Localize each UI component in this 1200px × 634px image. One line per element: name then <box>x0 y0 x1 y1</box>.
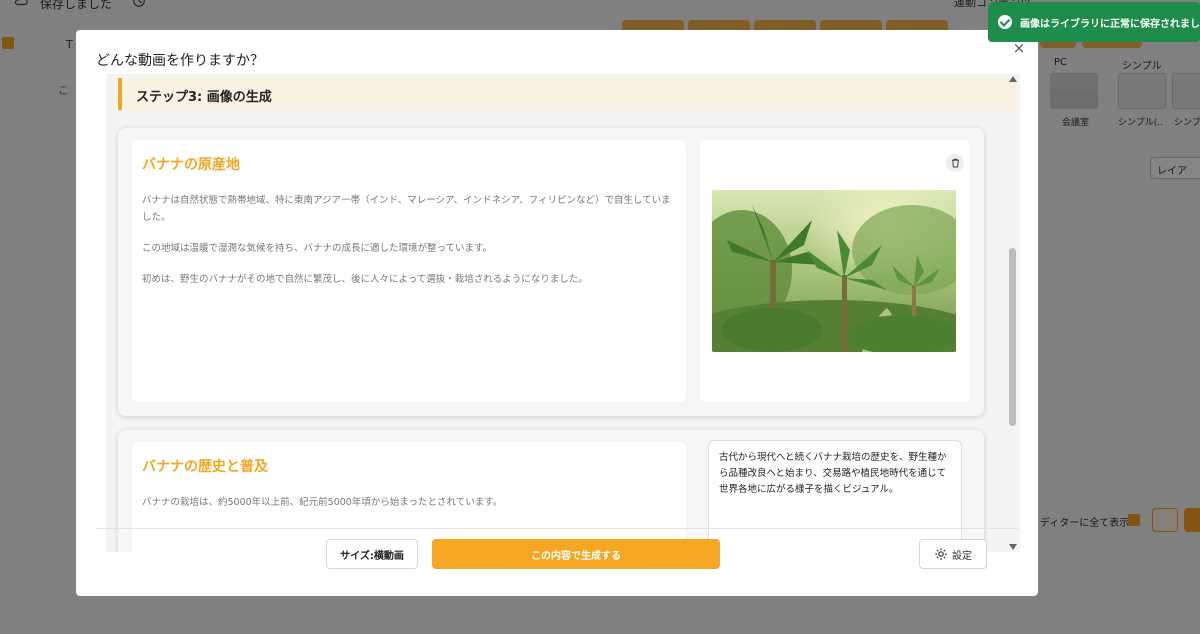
steps-scroll-area[interactable]: ステップ3: 画像の生成 バナナの原産地 バナナは自然状態で熱帯地域、特に東南ア… <box>106 74 1020 552</box>
section-paragraph: バナナの栽培は、約5000年以上前、紀元前5000年頃から始まったとされています… <box>142 497 503 508</box>
section-text-panel[interactable]: バナナの原産地 バナナは自然状態で熱帯地域、特に東南アジア一帯（インド、マレーシ… <box>132 140 686 402</box>
check-circle-icon <box>998 15 1012 29</box>
section-text-panel[interactable]: バナナの歴史と普及 バナナの栽培は、約5000年以上前、紀元前5000年頃から始… <box>132 442 686 552</box>
section-title: バナナの歴史と普及 <box>142 459 268 475</box>
banana-jungle-image[interactable] <box>712 190 956 352</box>
toast-message: 画像はライブラリに正常に保存されました。 <box>1020 18 1200 30</box>
scroll-up-arrow-icon[interactable] <box>1009 76 1017 82</box>
section-image-panel <box>700 140 970 402</box>
step-header: ステップ3: 画像の生成 <box>118 78 1016 110</box>
settings-button[interactable]: 設定 <box>919 539 987 569</box>
close-icon[interactable]: × <box>1011 40 1027 56</box>
modal-title: どんな動画を作りますか？ <box>96 53 264 69</box>
delete-image-button[interactable] <box>946 154 964 172</box>
trash-icon <box>951 158 959 168</box>
footer-divider <box>96 528 1018 529</box>
section-card: バナナの歴史と普及 バナナの栽培は、約5000年以上前、紀元前5000年頃から始… <box>118 430 984 552</box>
settings-label: 設定 <box>952 550 972 562</box>
section-paragraph: 初めは、野生のバナナがその地で自然に繁茂し、後に人々によって選抜・栽培されるよう… <box>142 274 588 285</box>
scroll-down-arrow-icon[interactable] <box>1009 544 1017 550</box>
create-video-modal: どんな動画を作りますか？ × ステップ3: 画像の生成 バナナの原産地 バナナは… <box>76 30 1038 596</box>
generate-button[interactable]: この内容で生成する <box>432 539 720 569</box>
gear-icon <box>935 548 947 560</box>
section-title: バナナの原産地 <box>142 157 240 173</box>
size-button[interactable]: サイズ:横動画 <box>326 539 418 569</box>
scrollbar[interactable] <box>1006 76 1020 552</box>
success-toast: 画像はライブラリに正常に保存されました。 <box>988 2 1200 42</box>
scroll-thumb[interactable] <box>1009 248 1016 426</box>
section-paragraph: バナナは自然状態で熱帯地域、特に東南アジア一帯（インド、マレーシア、インドネシア… <box>142 195 671 223</box>
section-card: バナナの原産地 バナナは自然状態で熱帯地域、特に東南アジア一帯（インド、マレーシ… <box>118 128 984 416</box>
section-paragraph: この地域は温暖で湿潤な気候を持ち、バナナの成長に適した環境が整っています。 <box>142 243 493 254</box>
image-prompt-textarea[interactable]: 古代から現代へと続くバナナ栽培の歴史を、野生種から品種改良へと始まり、交易路や植… <box>708 440 962 552</box>
